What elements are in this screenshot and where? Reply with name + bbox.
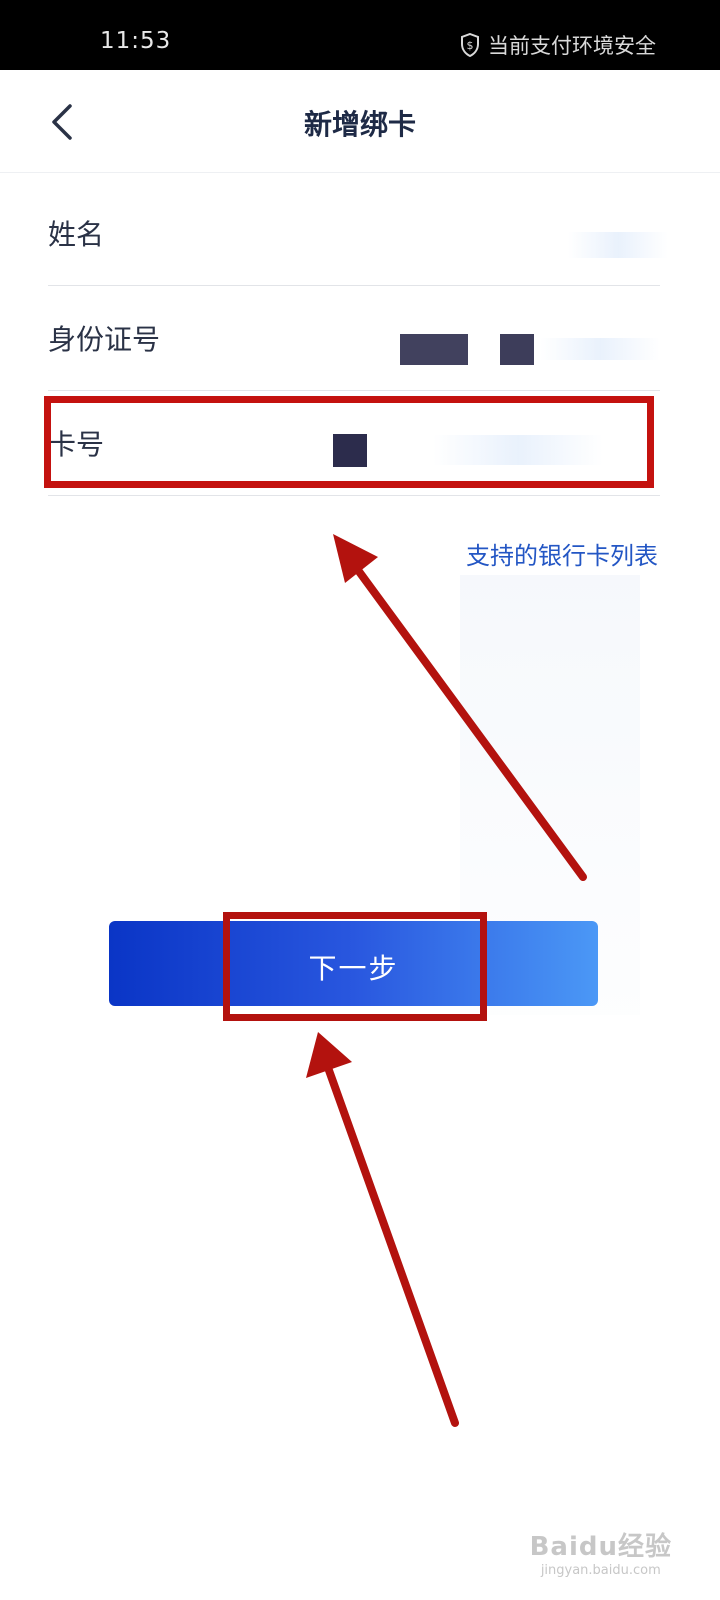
annotation-arrows	[306, 534, 587, 1427]
watermark-url: jingyan.baidu.com	[540, 1563, 661, 1578]
arrow-to-card-field	[333, 534, 587, 881]
baidu-watermark: Baidu经验 jingyan.baidu.com	[530, 1526, 672, 1578]
arrow-to-next-button	[306, 1032, 459, 1427]
watermark-brand: Baidu经验	[529, 1532, 672, 1562]
